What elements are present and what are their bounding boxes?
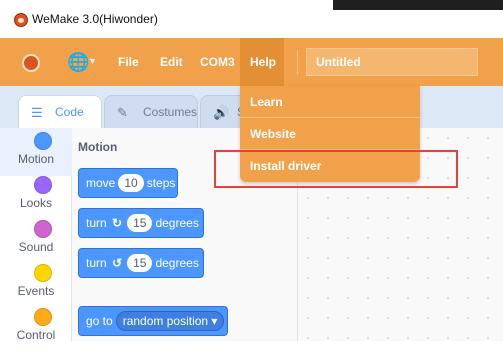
app-logo-icon: [14, 13, 28, 27]
looks-dot-icon: [34, 176, 52, 194]
brush-icon: ✎: [117, 105, 128, 120]
turn-right-input[interactable]: 15: [127, 214, 153, 232]
help-menu-install-driver[interactable]: Install driver: [240, 150, 420, 182]
tab-costumes[interactable]: ✎ Costumes: [104, 95, 198, 128]
turn-left-input[interactable]: 15: [127, 254, 153, 272]
block-go-to[interactable]: go to random position ▾: [78, 306, 228, 336]
window-title: WeMake 3.0(Hiwonder): [32, 12, 158, 26]
chevron-down-icon[interactable]: ▼: [88, 56, 97, 66]
menu-divider: [297, 50, 298, 74]
category-motion[interactable]: Motion: [0, 128, 72, 176]
tab-code[interactable]: ☰ Code: [18, 95, 102, 128]
menu-help[interactable]: Help: [240, 38, 284, 86]
move-steps-input[interactable]: 10: [118, 174, 144, 192]
category-control[interactable]: Control: [0, 304, 72, 352]
category-looks[interactable]: Looks: [0, 172, 72, 220]
motion-dot-icon: [34, 132, 52, 150]
category-events[interactable]: Events: [0, 260, 72, 308]
help-menu-website[interactable]: Website: [240, 118, 420, 150]
go-to-target-dropdown[interactable]: random position ▾: [115, 311, 225, 331]
category-sound[interactable]: Sound: [0, 216, 72, 264]
hiwonder-logo-icon[interactable]: [22, 54, 40, 72]
menu-com-port[interactable]: COM3: [200, 38, 235, 86]
sound-dot-icon: [34, 220, 52, 238]
events-dot-icon: [34, 264, 52, 282]
globe-icon[interactable]: 🌐: [67, 52, 89, 72]
control-dot-icon: [34, 308, 52, 326]
menu-bar: 🌐 ▼ File Edit COM3 Help Untitled: [0, 38, 503, 86]
block-turn-right[interactable]: turn ↻ 15 degrees: [78, 208, 204, 238]
block-categories: Motion Looks Sound Events Control: [0, 128, 72, 342]
block-turn-left[interactable]: turn ↺ 15 degrees: [78, 248, 204, 278]
help-dropdown-menu: Learn Website Install driver: [240, 86, 420, 182]
code-icon: ☰: [31, 105, 43, 120]
help-menu-learn[interactable]: Learn: [240, 86, 420, 118]
speaker-icon: 🔊: [213, 105, 230, 120]
rotate-right-icon: ↻: [112, 216, 123, 230]
menu-edit[interactable]: Edit: [160, 38, 183, 86]
rotate-left-icon: ↺: [112, 256, 123, 270]
block-move-steps[interactable]: move 10 steps: [78, 168, 178, 198]
project-title-input[interactable]: Untitled: [306, 48, 478, 76]
palette-section-title: Motion: [78, 140, 118, 154]
window-titlebar: WeMake 3.0(Hiwonder): [0, 0, 503, 38]
menu-file[interactable]: File: [118, 38, 139, 86]
background-window-strip: [333, 0, 503, 10]
